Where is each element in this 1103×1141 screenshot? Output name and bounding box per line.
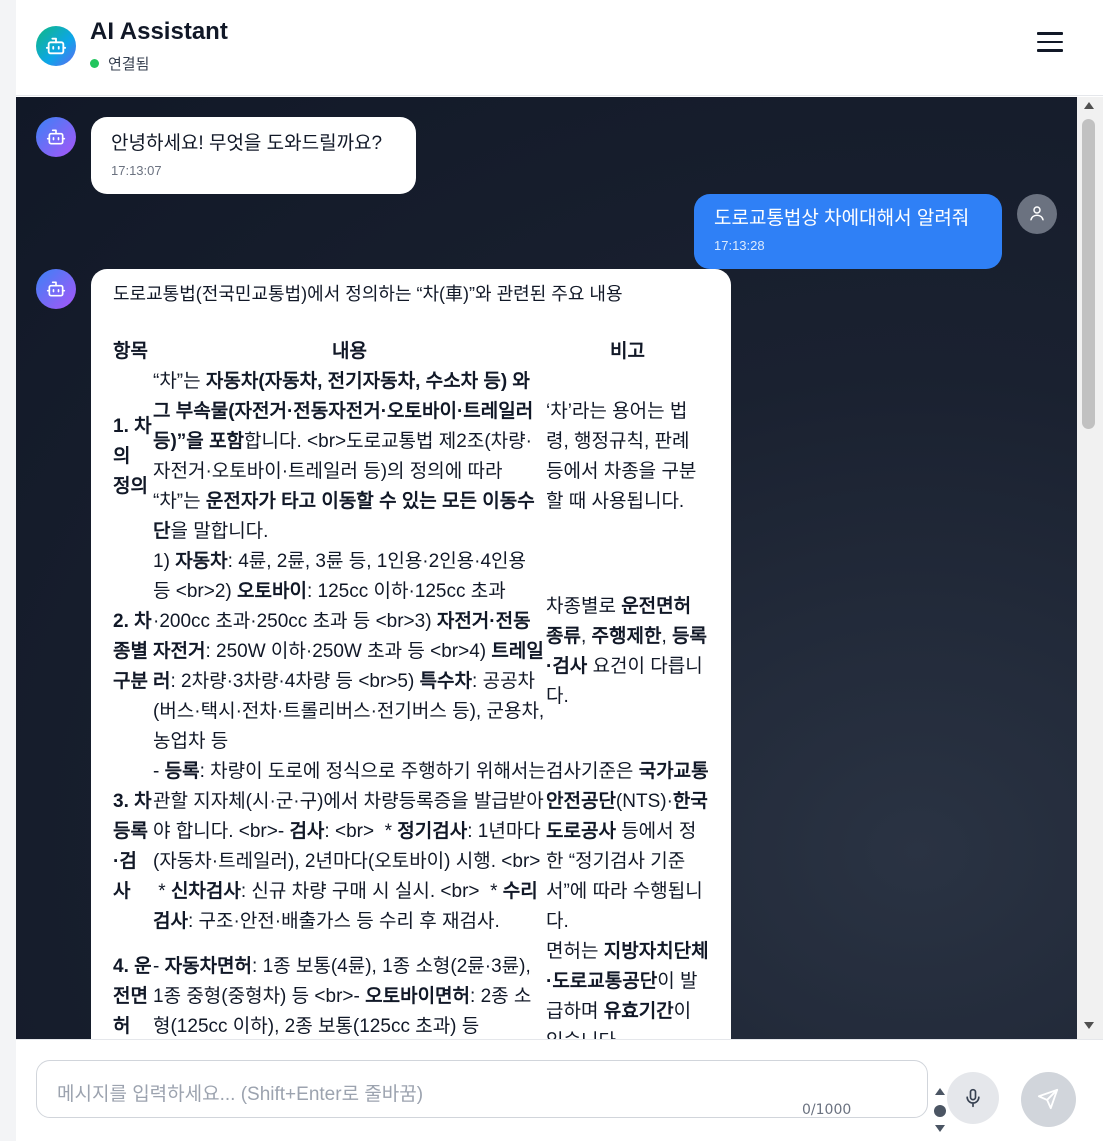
table-row: 2. 차종별 구분 1) 자동차: 4륜, 2륜, 3륜 등, 1인용·2인용·4… <box>113 547 709 757</box>
header: AI Assistant 연결됨 <box>16 0 1103 96</box>
message-time: 17:13:28 <box>714 238 765 253</box>
item-cell: 2. 차종별 구분 <box>113 611 152 692</box>
microphone-icon <box>966 1088 980 1108</box>
input-placeholder: 메시지를 입력하세요... (Shift+Enter로 줄바꿈) <box>57 1084 424 1105</box>
message-input[interactable]: 메시지를 입력하세요... (Shift+Enter로 줄바꿈) <box>36 1060 946 1132</box>
app-window: AI Assistant 연결됨 안녕하세요! 무엇을 도와드릴까요? 17:1… <box>16 0 1103 1141</box>
send-icon <box>1037 1088 1059 1110</box>
message-text: 안녕하세요! 무엇을 도와드릴까요? <box>111 133 383 154</box>
user-icon <box>1030 206 1044 221</box>
user-avatar <box>1017 194 1057 234</box>
note-cell: ‘차’라는 용어는 법령, 행정규칙, 판례 등에서 차종을 구분할 때 사용됩… <box>546 401 697 512</box>
chat-scrollbar[interactable] <box>1077 97 1103 1039</box>
column-header: 비고 <box>610 341 645 362</box>
robot-icon <box>46 129 66 145</box>
content-cell: 1) 자동차: 4륜, 2륜, 3륜 등, 1인용·2인용·4인용 등 <br>… <box>153 551 545 752</box>
table-row: 1. 차의 정의 “차”는 자동차(자동차, 전기자동차, 수소차 등) 와 그 … <box>113 367 709 547</box>
input-bar: 메시지를 입력하세요... (Shift+Enter로 줄바꿈) 0/1000 <box>16 1039 1103 1141</box>
status-dot <box>90 59 99 68</box>
robot-icon <box>45 37 67 55</box>
character-counter: 0/1000 <box>802 1102 852 1118</box>
item-cell: 3. 차 등록·검사 <box>113 791 152 902</box>
hamburger-menu-icon[interactable] <box>1037 32 1063 60</box>
user-message: 도로교통법상 차에대해서 알려줘 17:13:28 <box>694 194 1002 269</box>
content-cell: - 자동차면허: 1종 보통(4륜), 1종 소형(2륜·3륜), 1종 중형(… <box>153 956 532 1037</box>
assistant-avatar <box>36 269 76 309</box>
table-row: 4. 운전면허 - 자동차면허: 1종 보통(4륜), 1종 소형(2륜·3륜),… <box>113 937 709 1039</box>
assistant-message: 안녕하세요! 무엇을 도와드릴까요? 17:13:07 <box>91 117 416 194</box>
scroll-down-arrow[interactable] <box>1084 1022 1094 1029</box>
app-title: AI Assistant <box>90 18 228 45</box>
content-cell: “차”는 자동차(자동차, 전기자동차, 수소차 등) 와 그 부속물(자전거·… <box>153 371 535 542</box>
table-header-row: 항목 내용 비고 <box>113 337 709 367</box>
microphone-button[interactable] <box>947 1072 999 1124</box>
input-spinner[interactable] <box>933 1085 947 1135</box>
chat-messages[interactable]: 안녕하세요! 무엇을 도와드릴까요? 17:13:07 도로교통법상 차에대해서… <box>16 97 1077 1039</box>
note-cell: 차종별로 운전면허 종류, 주행제한, 등록·검사 요건이 다릅니다. <box>546 596 707 707</box>
status-label: 연결됨 <box>108 55 150 73</box>
message-text: 도로교통법상 차에대해서 알려줘 <box>714 208 970 229</box>
assistant-logo <box>36 26 76 66</box>
note-cell: 면허는 지방자치단체·도로교통공단이 발급하며 유효기간이 있습니다. <box>546 941 709 1039</box>
message-time: 17:13:07 <box>111 163 162 178</box>
assistant-message: 도로교통법(전국민교통법)에서 정의하는 “차(車)”와 관련된 주요 내용 항… <box>91 269 731 1039</box>
scroll-up-arrow[interactable] <box>1084 102 1094 109</box>
connection-status: 연결됨 <box>90 53 149 74</box>
robot-icon <box>46 281 66 297</box>
item-cell: 4. 운전면허 <box>113 956 152 1037</box>
column-header: 항목 <box>113 341 148 362</box>
item-cell: 1. 차의 정의 <box>113 416 152 497</box>
send-button[interactable] <box>1021 1072 1076 1127</box>
note-cell: 검사기준은 국가교통안전공단(NTS)·한국도로공사 등에서 정한 “정기검사 … <box>546 761 709 932</box>
message-intro: 도로교통법(전국민교통법)에서 정의하는 “차(車)”와 관련된 주요 내용 <box>113 284 623 304</box>
content-cell: - 등록: 차량이 도로에 정식으로 주행하기 위해서는 관할 지자체(시·군·… <box>153 761 546 932</box>
scrollbar-thumb[interactable] <box>1082 119 1095 429</box>
table-row: 3. 차 등록·검사 - 등록: 차량이 도로에 정식으로 주행하기 위해서는 관… <box>113 757 709 937</box>
column-header: 내용 <box>332 341 367 362</box>
assistant-avatar <box>36 117 76 157</box>
info-table: 항목 내용 비고 1. 차의 정의 “차”는 자동차(자동차, 전기자동차, 수소… <box>113 337 709 1039</box>
